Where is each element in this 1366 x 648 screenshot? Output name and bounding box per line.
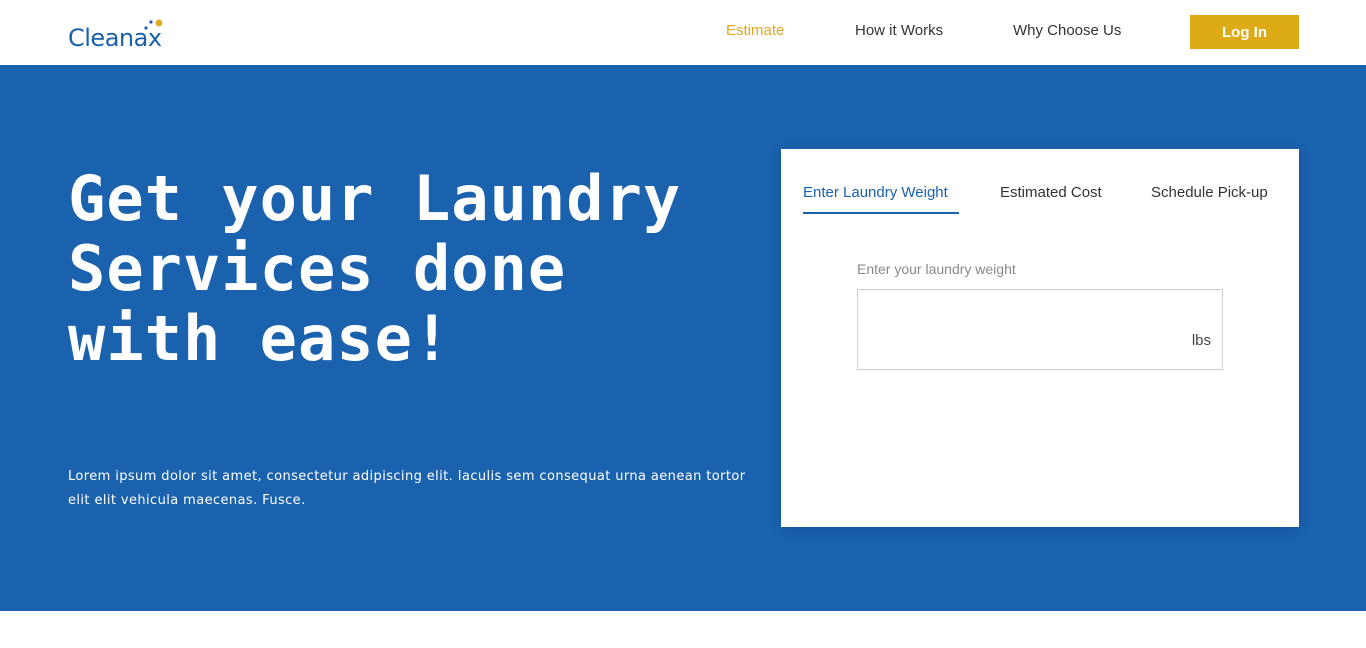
site-header: Cleanax Estimate How it Works Why Choose… [0,0,1366,65]
logo-initial: C [68,24,85,52]
weight-field-label: Enter your laundry weight [857,261,1016,277]
hero-headline: Get your Laundry Services done with ease… [68,162,682,375]
nav-why-choose-us[interactable]: Why Choose Us [1013,22,1121,39]
weight-field: lbs [857,289,1223,370]
tab-estimated-cost[interactable]: Estimated Cost [1000,184,1102,201]
weight-unit-label: lbs [1191,332,1211,349]
tab-enter-laundry-weight[interactable]: Enter Laundry Weight [803,184,948,201]
active-tab-indicator [803,212,959,214]
login-button[interactable]: Log In [1190,15,1299,49]
nav-estimate[interactable]: Estimate [726,22,784,39]
estimate-card: Enter Laundry Weight Estimated Cost Sche… [781,149,1299,527]
weight-input[interactable] [858,290,1158,369]
logo-dots-icon [144,19,163,30]
nav-how-it-works[interactable]: How it Works [855,22,943,39]
logo[interactable]: Cleanax [68,14,163,54]
hero-subtext: Lorem ipsum dolor sit amet, consectetur … [68,469,746,508]
tab-schedule-pickup[interactable]: Schedule Pick-up [1151,184,1268,201]
